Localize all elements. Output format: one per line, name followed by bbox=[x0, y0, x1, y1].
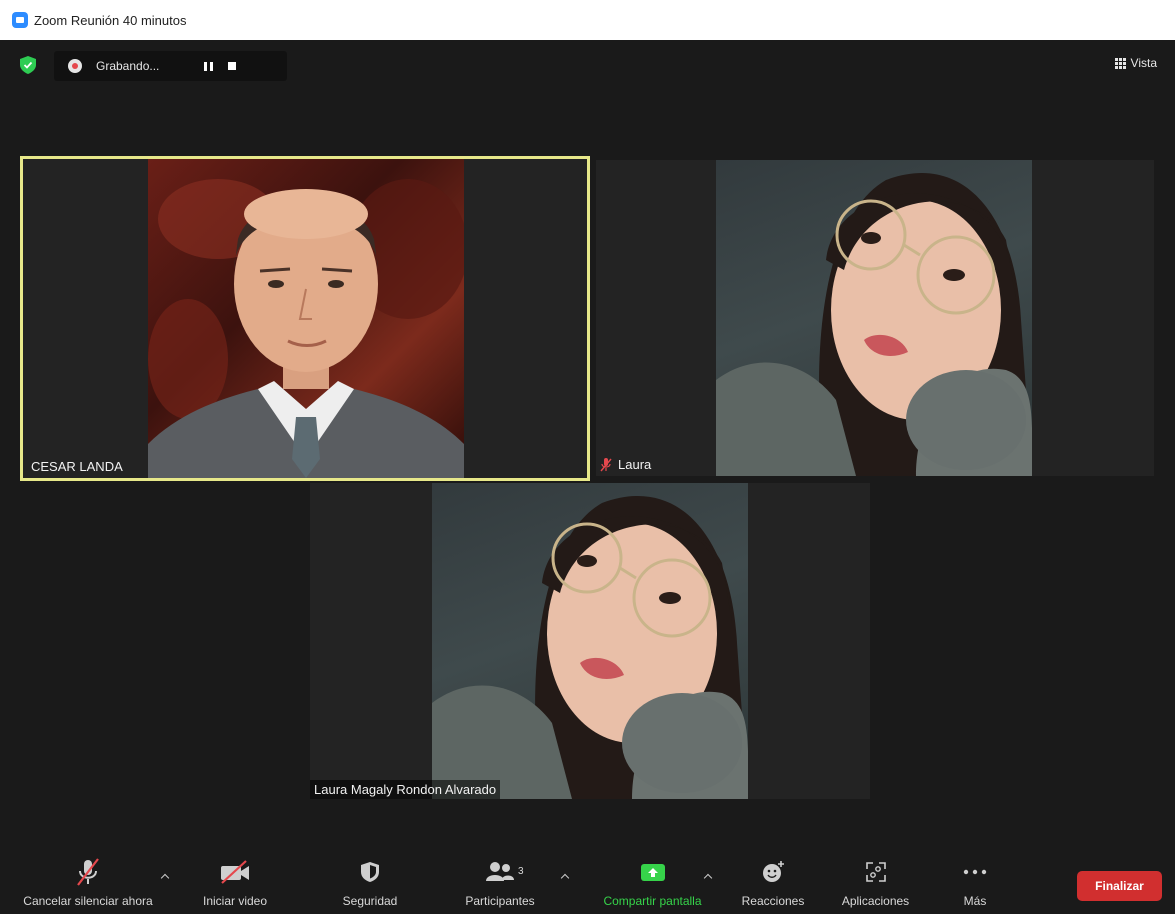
unmute-button[interactable]: Cancelar silenciar ahora bbox=[8, 856, 168, 914]
smiley-plus-icon bbox=[763, 861, 784, 882]
participant-video bbox=[432, 483, 748, 799]
end-meeting-button[interactable]: Finalizar bbox=[1077, 871, 1162, 901]
apps-icon bbox=[865, 862, 886, 882]
unmute-label: Cancelar silenciar ahora bbox=[23, 894, 153, 908]
participant-name: Laura Magaly Rondon Alvarado bbox=[310, 780, 501, 799]
share-options-caret[interactable] bbox=[703, 872, 713, 882]
grid-icon bbox=[1114, 57, 1126, 69]
start-video-label: Iniciar video bbox=[202, 894, 268, 908]
participant-name: CESAR LANDA bbox=[31, 459, 123, 474]
share-screen-label: Compartir pantalla bbox=[603, 894, 702, 908]
portrait-woman bbox=[716, 172, 1032, 476]
apps-button[interactable]: Aplicaciones bbox=[828, 856, 923, 914]
window-titlebar: Zoom Reunión 40 minutos bbox=[0, 0, 1175, 40]
video-tile-cesar-landa[interactable]: CESAR LANDA bbox=[20, 156, 590, 481]
audio-options-caret[interactable] bbox=[160, 872, 170, 882]
view-button[interactable]: Vista bbox=[1114, 56, 1157, 70]
share-screen-button[interactable]: Compartir pantalla bbox=[585, 856, 720, 914]
zoom-app-icon bbox=[12, 12, 28, 28]
participants-label: Participantes bbox=[465, 894, 535, 908]
participant-name-row: Laura bbox=[600, 457, 651, 472]
pause-recording-button[interactable] bbox=[196, 54, 220, 78]
muted-mic-icon bbox=[600, 457, 612, 471]
window-title: Zoom Reunión 40 minutos bbox=[34, 12, 187, 28]
mic-muted-icon bbox=[77, 858, 99, 886]
participants-icon bbox=[486, 862, 514, 881]
share-screen-icon bbox=[640, 864, 665, 881]
meeting-toolbar: Cancelar silenciar ahora Iniciar video S… bbox=[0, 856, 1175, 914]
recording-indicator: Grabando... bbox=[54, 51, 287, 81]
shield-icon bbox=[361, 862, 379, 882]
more-button[interactable]: Más bbox=[945, 856, 1005, 914]
stop-icon bbox=[228, 62, 236, 70]
recording-status: Grabando... bbox=[96, 59, 160, 73]
recording-dot-icon bbox=[68, 59, 82, 73]
meeting-canvas: Grabando... Vista CESAR LANDA Laura Laur… bbox=[0, 40, 1175, 856]
view-label: Vista bbox=[1130, 56, 1157, 70]
apps-label: Aplicaciones bbox=[841, 894, 910, 908]
participant-video bbox=[716, 160, 1032, 476]
video-tile-laura[interactable]: Laura bbox=[596, 160, 1154, 476]
security-label: Seguridad bbox=[342, 894, 398, 908]
participants-count-badge: 3 bbox=[518, 866, 524, 877]
participants-button[interactable]: Participantes bbox=[440, 856, 560, 914]
video-off-icon bbox=[221, 860, 249, 884]
start-video-button[interactable]: Iniciar video bbox=[190, 856, 280, 914]
video-tile-laura-magaly[interactable]: Laura Magaly Rondon Alvarado bbox=[310, 483, 870, 799]
participants-options-caret[interactable] bbox=[560, 872, 570, 882]
security-shield-icon[interactable] bbox=[20, 56, 36, 74]
participant-video bbox=[148, 159, 464, 478]
more-label: Más bbox=[963, 894, 987, 908]
portrait-woman bbox=[432, 495, 748, 799]
pause-icon bbox=[203, 61, 213, 71]
more-dots-icon bbox=[963, 869, 987, 875]
stop-recording-button[interactable] bbox=[220, 54, 244, 78]
security-button[interactable]: Seguridad bbox=[325, 856, 415, 914]
reactions-button[interactable]: Reacciones bbox=[728, 856, 818, 914]
portrait-man bbox=[148, 179, 464, 478]
reactions-label: Reacciones bbox=[741, 894, 805, 908]
participant-name: Laura bbox=[618, 457, 652, 472]
